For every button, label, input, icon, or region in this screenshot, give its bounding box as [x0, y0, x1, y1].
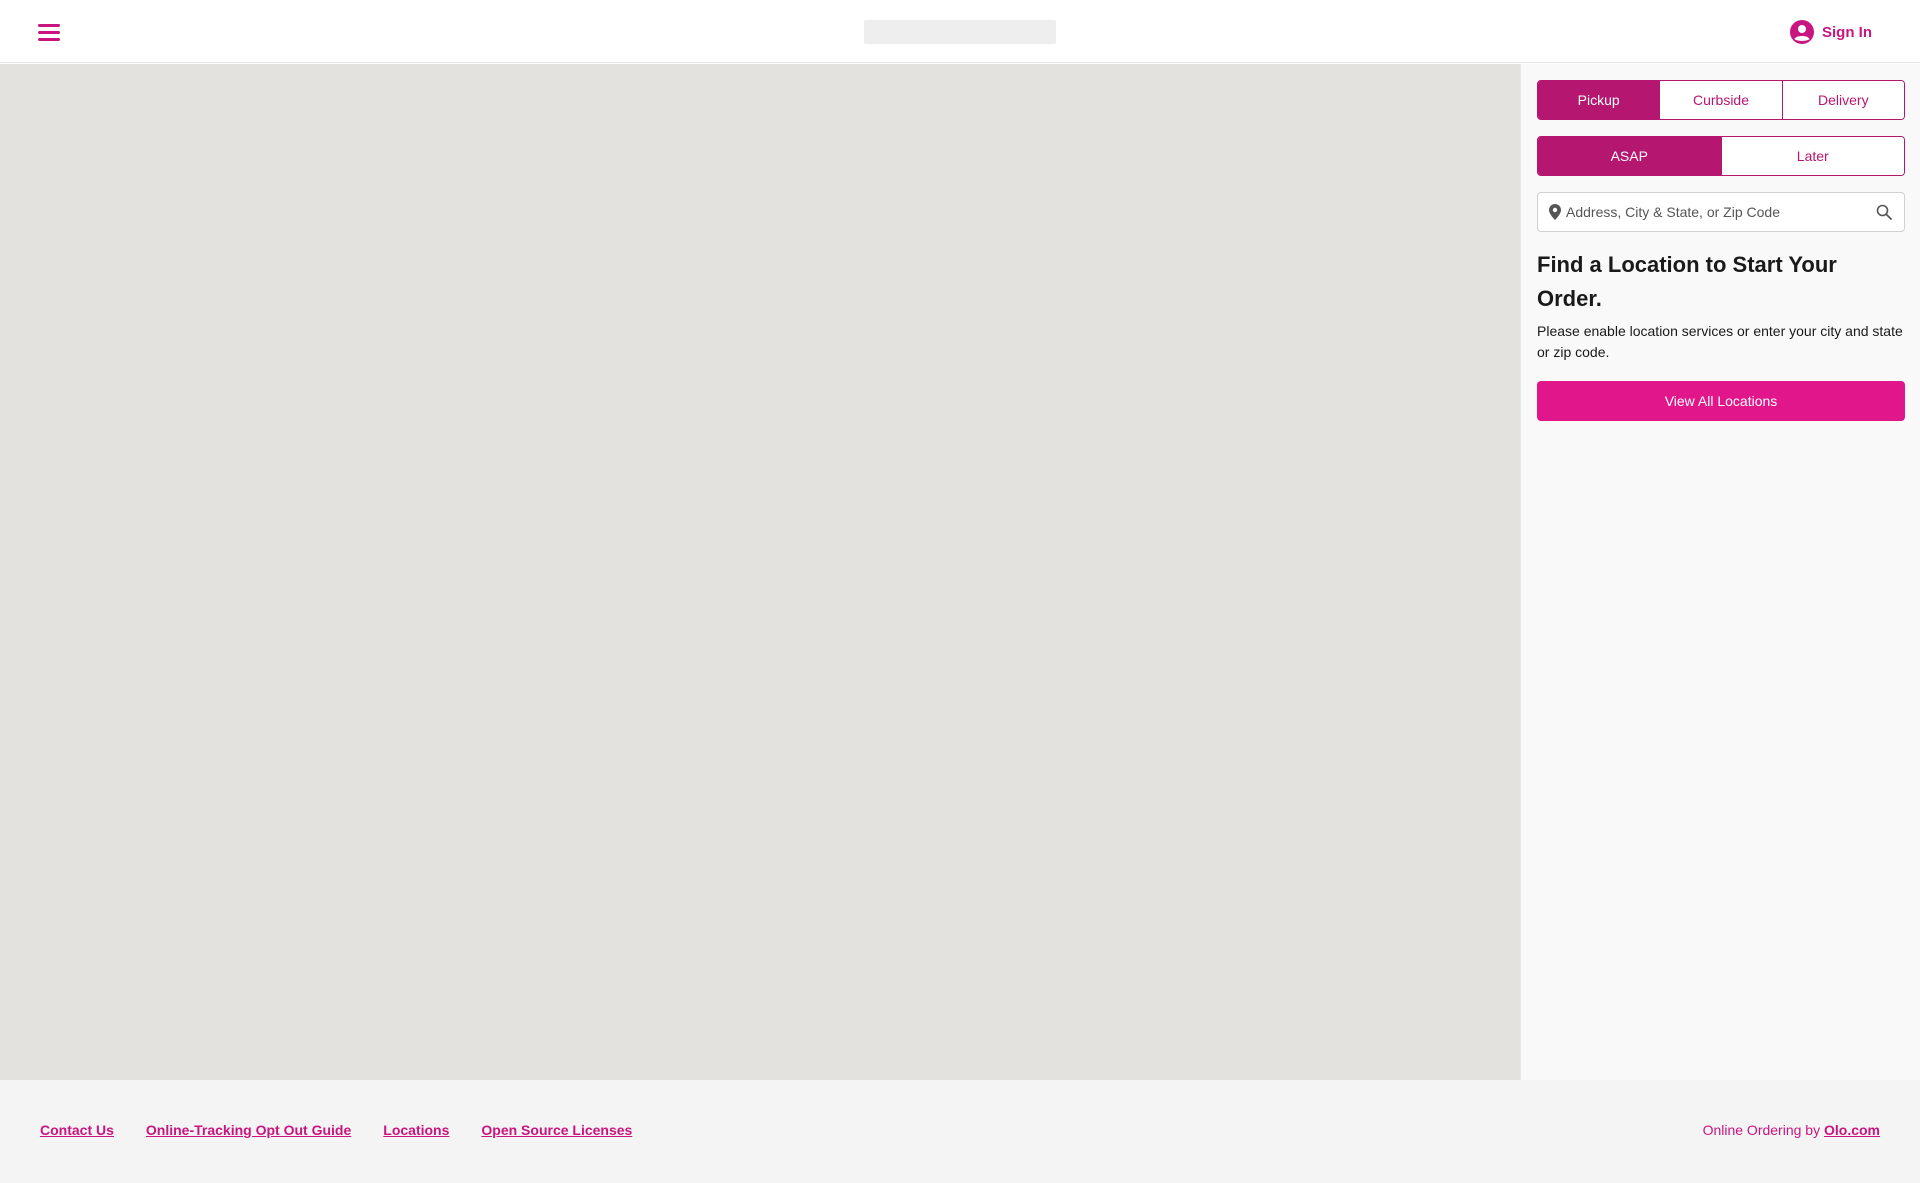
- later-option[interactable]: Later: [1720, 137, 1904, 175]
- location-search-input[interactable]: [1566, 193, 1864, 231]
- timing-toggle: ASAP Later: [1537, 136, 1905, 176]
- pickup-option[interactable]: Pickup: [1538, 81, 1660, 119]
- sign-in-label: Sign In: [1822, 23, 1872, 41]
- asap-option[interactable]: ASAP: [1538, 137, 1721, 175]
- opt-out-guide-link[interactable]: Online-Tracking Opt Out Guide: [146, 1122, 351, 1138]
- contact-us-link[interactable]: Contact Us: [40, 1122, 114, 1138]
- olo-link[interactable]: Olo.com: [1824, 1122, 1880, 1138]
- order-type-toggle: Pickup Curbside Delivery: [1537, 80, 1905, 120]
- open-source-licenses-link[interactable]: Open Source Licenses: [481, 1122, 632, 1138]
- credit-prefix: Online Ordering by: [1702, 1122, 1821, 1138]
- delivery-option[interactable]: Delivery: [1781, 81, 1904, 119]
- location-panel: Pickup Curbside Delivery ASAP Later Find…: [1520, 64, 1920, 1080]
- olo-credit: Online Ordering by Olo.com: [1703, 1122, 1880, 1138]
- footer-links: Contact Us Online-Tracking Opt Out Guide…: [40, 1122, 632, 1138]
- hamburger-menu-icon[interactable]: [38, 18, 66, 46]
- panel-heading: Find a Location to Start Your Order.: [1537, 252, 1837, 311]
- locations-link[interactable]: Locations: [383, 1122, 449, 1138]
- site-header: Sign In: [0, 0, 1920, 63]
- view-all-locations-button[interactable]: View All Locations: [1537, 381, 1905, 421]
- map-pin-icon: [1538, 204, 1566, 220]
- curbside-option[interactable]: Curbside: [1659, 81, 1782, 119]
- sign-in-button[interactable]: Sign In: [1790, 19, 1872, 45]
- logo-placeholder: [864, 20, 1056, 44]
- map-area[interactable]: [0, 64, 1520, 1080]
- search-icon[interactable]: [1864, 204, 1904, 220]
- user-circle-icon: [1790, 20, 1814, 44]
- panel-description: Please enable location services or enter…: [1537, 323, 1903, 360]
- location-search: [1537, 192, 1905, 232]
